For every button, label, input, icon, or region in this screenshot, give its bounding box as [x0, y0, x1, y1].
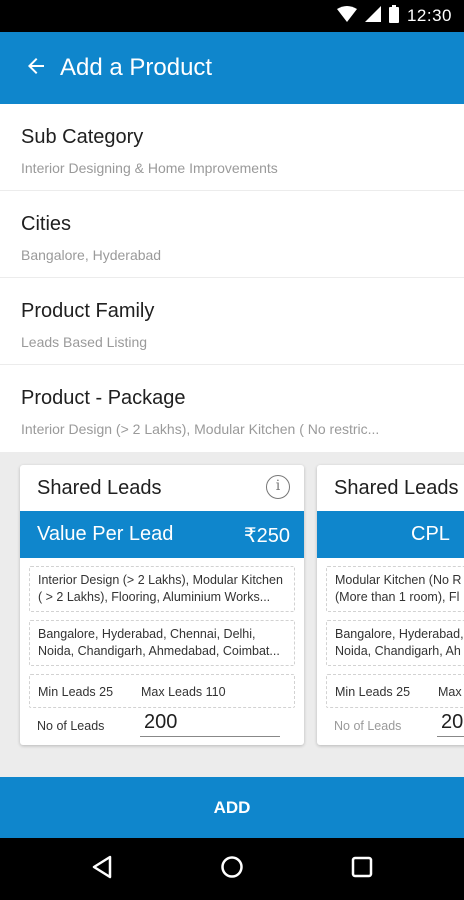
field-value: Bangalore, Hyderabad	[21, 247, 162, 263]
products-text: Interior Design (> 2 Lakhs), Modular Kit…	[38, 573, 283, 587]
signal-icon	[364, 5, 381, 27]
field-value: Interior Design (> 2 Lakhs), Modular Kit…	[21, 421, 380, 437]
cities-field[interactable]: Cities Bangalore, Hyderabad	[0, 191, 464, 278]
cities-text: Noida, Chandigarh, Ah	[335, 644, 461, 658]
lead-limits-box: Min Leads 25 Max Leads 110	[29, 674, 295, 708]
status-bar: 12:30	[0, 0, 464, 32]
battery-icon	[388, 4, 399, 28]
nav-recent-icon	[351, 856, 373, 883]
nav-back-icon	[91, 855, 113, 884]
card-title: Shared Leads	[37, 477, 162, 499]
products-text: ( > 2 Lakhs), Flooring, Aluminium Works.…	[38, 590, 271, 604]
field-label: Cities	[21, 213, 72, 235]
status-icons: 12:30	[336, 4, 452, 28]
field-value: Leads Based Listing	[21, 334, 148, 350]
card-title: Shared Leads	[334, 477, 459, 499]
page-title: Add a Product	[60, 54, 213, 81]
cities-text: Noida, Chandigarh, Ahmedabad, Coimbat...	[38, 644, 280, 658]
nav-recent-button[interactable]	[346, 853, 378, 885]
package-card[interactable]: Shared Leads CPL Modular Kitchen (No R (…	[317, 465, 464, 745]
field-label: Product Family	[21, 300, 155, 322]
lead-limits-box: Min Leads 25 Max	[326, 674, 464, 708]
min-leads: Min Leads 25	[38, 685, 114, 699]
wifi-icon	[336, 5, 357, 27]
price-bar: CPL	[317, 511, 464, 558]
nav-back-button[interactable]	[86, 853, 118, 885]
max-leads: Max Leads 110	[141, 685, 226, 699]
app-bar: Add a Product	[0, 32, 464, 104]
cities-box: Bangalore, Hyderabad, Noida, Chandigarh,…	[326, 620, 464, 666]
system-nav-bar	[0, 838, 464, 900]
max-leads: Max	[438, 685, 462, 699]
field-label: Product - Package	[21, 387, 186, 409]
min-leads: Min Leads 25	[335, 685, 411, 699]
sub-category-field[interactable]: Sub Category Interior Designing & Home I…	[0, 104, 464, 191]
products-box: Modular Kitchen (No R (More than 1 room)…	[326, 566, 464, 612]
back-arrow-icon	[24, 54, 48, 83]
package-cards-carousel[interactable]: Shared Leads i Value Per Lead ₹250 Inter…	[0, 452, 464, 777]
status-time: 12:30	[406, 6, 452, 25]
field-label: Sub Category	[21, 126, 144, 148]
cities-text: Bangalore, Hyderabad, Chennai, Delhi,	[38, 627, 256, 641]
product-package-field[interactable]: Product - Package Interior Design (> 2 L…	[0, 365, 464, 452]
info-icon[interactable]: i	[266, 475, 290, 499]
add-button[interactable]: ADD	[0, 777, 464, 838]
product-family-field[interactable]: Product Family Leads Based Listing	[0, 278, 464, 365]
no-of-leads-label: No of Leads	[37, 719, 105, 733]
nav-home-button[interactable]	[216, 853, 248, 885]
price-value: ₹250	[243, 525, 290, 547]
products-box: Interior Design (> 2 Lakhs), Modular Kit…	[29, 566, 295, 612]
nav-home-icon	[220, 855, 244, 884]
cities-box: Bangalore, Hyderabad, Chennai, Delhi, No…	[29, 620, 295, 666]
cities-text: Bangalore, Hyderabad,	[335, 627, 464, 641]
no-of-leads-label: No of Leads	[334, 719, 402, 733]
price-label: CPL	[411, 523, 450, 545]
products-text: Modular Kitchen (No R	[335, 573, 462, 587]
no-of-leads-input[interactable]	[140, 709, 280, 737]
field-value: Interior Designing & Home Improvements	[21, 160, 278, 176]
back-button[interactable]	[20, 52, 52, 84]
no-of-leads-input[interactable]	[437, 709, 464, 737]
products-text: (More than 1 room), Fl	[335, 590, 460, 604]
package-card[interactable]: Shared Leads i Value Per Lead ₹250 Inter…	[20, 465, 304, 745]
price-label: Value Per Lead	[37, 523, 174, 545]
price-bar: Value Per Lead ₹250	[20, 511, 304, 558]
